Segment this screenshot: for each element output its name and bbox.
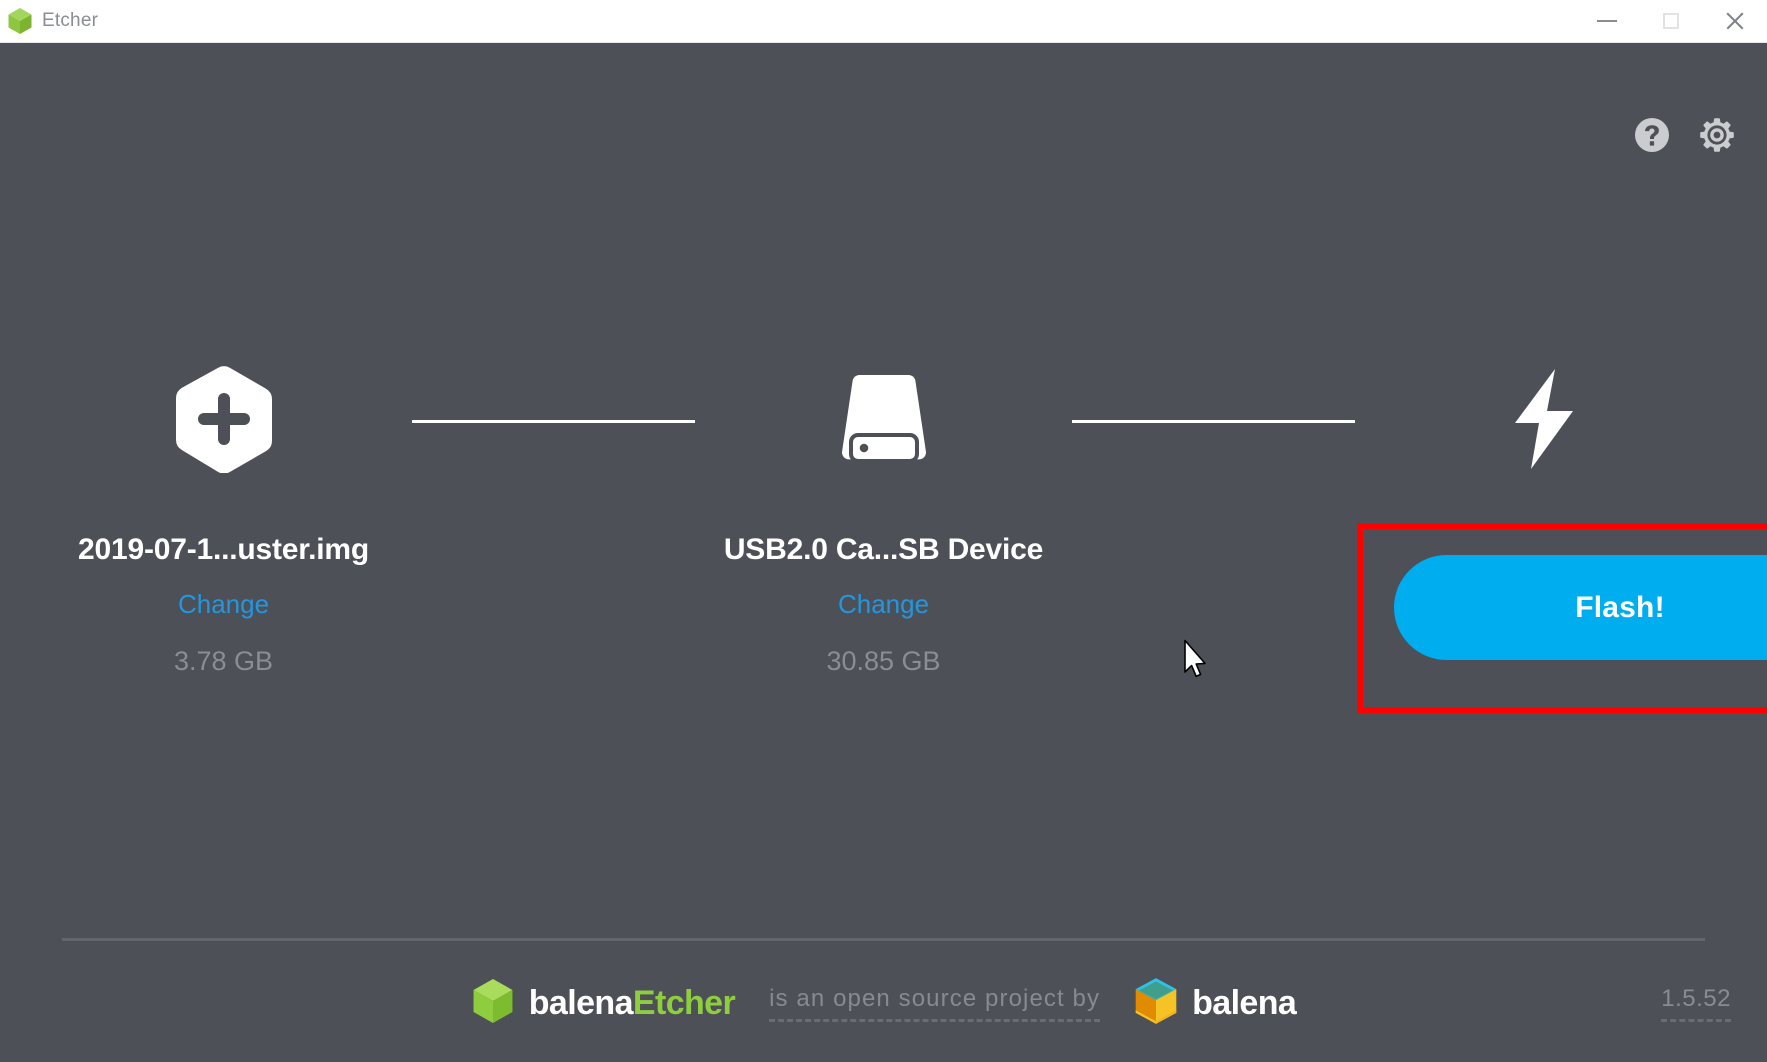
window-title: Etcher: [42, 10, 99, 31]
maximize-button[interactable]: [1639, 0, 1703, 42]
step-flash: Flash!: [1356, 365, 1767, 713]
connector-line: [1072, 419, 1355, 423]
window-controls: [1575, 0, 1767, 42]
gear-icon[interactable]: [1697, 115, 1737, 155]
etcher-cube-icon: [7, 7, 33, 35]
step-select-image: 2019-07-1...uster.img Change 3.78 GB: [39, 365, 409, 677]
step-drive-icon-slot: [841, 365, 926, 477]
connector-line: [412, 419, 695, 423]
top-action-bar: [1633, 115, 1737, 155]
balena-wordmark: balena: [1192, 983, 1297, 1022]
footer-divider: [62, 938, 1705, 941]
footer: balenaEtcher is an open source project b…: [0, 944, 1767, 1062]
minimize-button[interactable]: [1575, 0, 1639, 42]
minimize-icon: [1597, 20, 1617, 22]
lightning-bolt-icon: [1509, 367, 1579, 476]
change-image-link[interactable]: Change: [178, 589, 269, 620]
balena-brand[interactable]: balena: [1134, 977, 1297, 1030]
maximize-icon: [1663, 13, 1679, 29]
drive-name: USB2.0 Ca...SB Device: [723, 533, 1044, 566]
steps-row: 2019-07-1...uster.img Change 3.78 GB USB…: [0, 365, 1767, 713]
balena-cube-logo-icon: [1134, 977, 1178, 1030]
open-source-note[interactable]: is an open source project by: [769, 985, 1101, 1022]
connector-image-to-drive: [409, 365, 699, 477]
drive-size: 30.85 GB: [826, 646, 941, 676]
image-size: 3.78 GB: [173, 646, 274, 676]
title-bar: Etcher: [0, 0, 1767, 43]
etcher-wordmark: balenaEtcher: [528, 983, 736, 1023]
step-image-icon-slot: [174, 365, 274, 477]
etcher-cube-logo-icon: [471, 977, 515, 1030]
image-file-name: 2019-07-1...uster.img: [78, 533, 369, 566]
change-drive-link[interactable]: Change: [838, 589, 929, 620]
close-icon: [1724, 10, 1746, 32]
help-icon[interactable]: [1633, 116, 1671, 154]
close-button[interactable]: [1703, 0, 1767, 42]
title-bar-left: Etcher: [0, 7, 98, 35]
main-content: 2019-07-1...uster.img Change 3.78 GB USB…: [0, 43, 1767, 1062]
balena-etcher-brand[interactable]: balenaEtcher: [471, 977, 736, 1030]
connector-drive-to-flash: [1069, 365, 1359, 477]
add-hexagon-icon[interactable]: [174, 365, 274, 478]
etcher-window: Etcher 2019-07-1...uster.img Change 3.78…: [0, 0, 1767, 1062]
version-label[interactable]: 1.5.52: [1661, 985, 1731, 1022]
hard-drive-icon[interactable]: [841, 371, 926, 472]
step-select-drive: USB2.0 Ca...SB Device Change 30.85 GB: [699, 365, 1069, 677]
etcher-wordmark-balena: balena: [528, 983, 634, 1022]
flash-button[interactable]: Flash!: [1393, 555, 1767, 660]
step-flash-icon-slot: [1509, 365, 1579, 477]
etcher-wordmark-etcher: Etcher: [632, 983, 736, 1022]
